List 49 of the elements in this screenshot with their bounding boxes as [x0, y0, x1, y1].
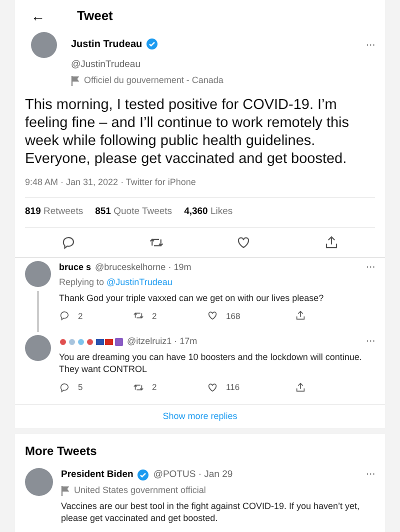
more-button[interactable]: ···	[366, 468, 375, 480]
avatar	[25, 468, 53, 496]
more-button[interactable]: ···	[366, 260, 375, 272]
avatar	[25, 260, 51, 286]
tweet-text: Vaccines are our best tool in the fight against COVID-19. If you haven’t yet, please get vaccinated and get boosted.	[61, 500, 360, 524]
author-handle[interactable]: @JustinTrudeau	[71, 58, 375, 72]
like-icon[interactable]	[236, 234, 252, 250]
reply-author-name[interactable]: bruce s	[59, 260, 92, 274]
flag-icon	[61, 486, 70, 496]
reply-handle-time[interactable]: @itzelruiz1 · 17m	[127, 335, 198, 349]
author-handle-time[interactable]: @POTUS · Jan 29	[153, 468, 233, 482]
reply-handle-time[interactable]: @bruceskelhorne · 19m	[95, 260, 192, 274]
retweet-count: 2	[152, 380, 157, 394]
more-button[interactable]: ···	[366, 335, 375, 348]
replying-to-text: Replying to @JustinTrudeau	[59, 276, 174, 289]
account-label: Officiel du gouvernement - Canada	[84, 74, 224, 88]
reply-count: 5	[78, 380, 83, 394]
reply-count: 2	[78, 310, 83, 322]
retweet-icon[interactable]	[133, 382, 144, 393]
like-count: 168	[226, 310, 240, 322]
reply-icon[interactable]	[61, 234, 76, 250]
like-icon[interactable]	[207, 310, 218, 322]
author-name[interactable]: Justin Trudeau	[71, 36, 142, 52]
author-name[interactable]: President Biden	[61, 468, 134, 482]
like-count: 116	[226, 380, 240, 394]
reply-icon[interactable]	[59, 382, 70, 393]
avatar	[31, 32, 57, 58]
reply-text: Thank God your triple vaxxed can we get on with our lives please?	[59, 292, 325, 304]
tweet-meta: 9:48 AM · Jan 31, 2022 · Twitter for iPhone	[25, 176, 197, 189]
avatar	[25, 335, 51, 362]
tweet-text: This morning, I tested positive for COVID-19. I’m feeling fine – and I’ll continue to work remotely this week while following public health guidelines. Everyone, please get vaccinated and get boosted.	[25, 96, 350, 168]
retweet-icon[interactable]	[133, 310, 144, 322]
like-icon[interactable]	[207, 382, 218, 393]
share-icon[interactable]	[295, 382, 306, 393]
flag-icon	[71, 76, 80, 86]
back-button[interactable]: ←	[31, 6, 45, 26]
share-icon[interactable]	[295, 310, 306, 322]
reply-icon[interactable]	[59, 310, 70, 322]
more-button[interactable]: ···	[366, 39, 375, 51]
retweet-count: 2	[152, 310, 157, 322]
section-title: More Tweets	[25, 443, 98, 460]
emoji-name-drawing	[59, 337, 123, 347]
stat-link[interactable]: 819 Retweets	[25, 205, 84, 220]
account-label: United States government official	[74, 484, 206, 498]
page-title: Tweet	[77, 7, 113, 26]
reply-text: You are dreaming you can have 10 boosters and the lockdown will continue. They want CONTROL	[59, 350, 363, 375]
stat-link[interactable]: 851 Quote Tweets	[95, 205, 172, 220]
stat-link[interactable]: 4,360 Likes	[184, 205, 233, 220]
share-icon[interactable]	[324, 234, 339, 250]
